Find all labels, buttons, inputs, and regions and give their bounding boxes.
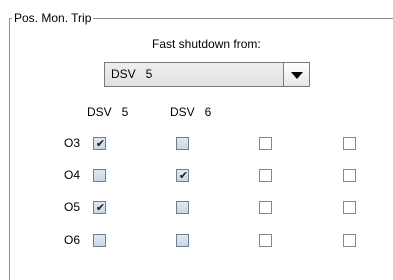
- checkbox-o6-col1[interactable]: [93, 234, 106, 247]
- checkbox-o6-col2[interactable]: [176, 234, 189, 247]
- checkmark-icon: ✔: [178, 169, 189, 182]
- checkbox-o3-col2[interactable]: [176, 137, 189, 150]
- group-title: Pos. Mon. Trip: [12, 11, 94, 25]
- checkbox-o4-col2[interactable]: ✔: [176, 169, 189, 182]
- checkbox-o4-col4[interactable]: [343, 169, 356, 182]
- row-label-o3: O3: [64, 136, 81, 150]
- checkbox-o3-col1[interactable]: ✔: [93, 137, 106, 150]
- checkbox-o5-col4[interactable]: [343, 201, 356, 214]
- dropdown-button[interactable]: [283, 63, 309, 86]
- fast-shutdown-selected-value: DSV 5: [111, 67, 153, 81]
- checkbox-o5-col1[interactable]: ✔: [93, 201, 106, 214]
- column-header-dsv5: DSV 5: [87, 105, 129, 119]
- chevron-down-icon: [291, 72, 303, 79]
- column-header-dsv6: DSV 6: [170, 105, 212, 119]
- checkbox-o3-col3[interactable]: [259, 137, 272, 150]
- checkmark-icon: ✔: [95, 201, 106, 214]
- checkbox-o6-col4[interactable]: [343, 234, 356, 247]
- checkmark-icon: ✔: [95, 137, 106, 150]
- checkbox-o5-col3[interactable]: [259, 201, 272, 214]
- checkbox-o4-col3[interactable]: [259, 169, 272, 182]
- row-label-o6: O6: [64, 233, 81, 247]
- fast-shutdown-select[interactable]: DSV 5: [104, 62, 310, 87]
- fast-shutdown-label: Fast shutdown from:: [152, 37, 261, 51]
- checkbox-o5-col2[interactable]: [176, 201, 189, 214]
- row-label-o5: O5: [64, 200, 81, 214]
- checkbox-o3-col4[interactable]: [343, 137, 356, 150]
- checkbox-o4-col1[interactable]: [93, 169, 106, 182]
- row-label-o4: O4: [64, 168, 81, 182]
- checkbox-o6-col3[interactable]: [259, 234, 272, 247]
